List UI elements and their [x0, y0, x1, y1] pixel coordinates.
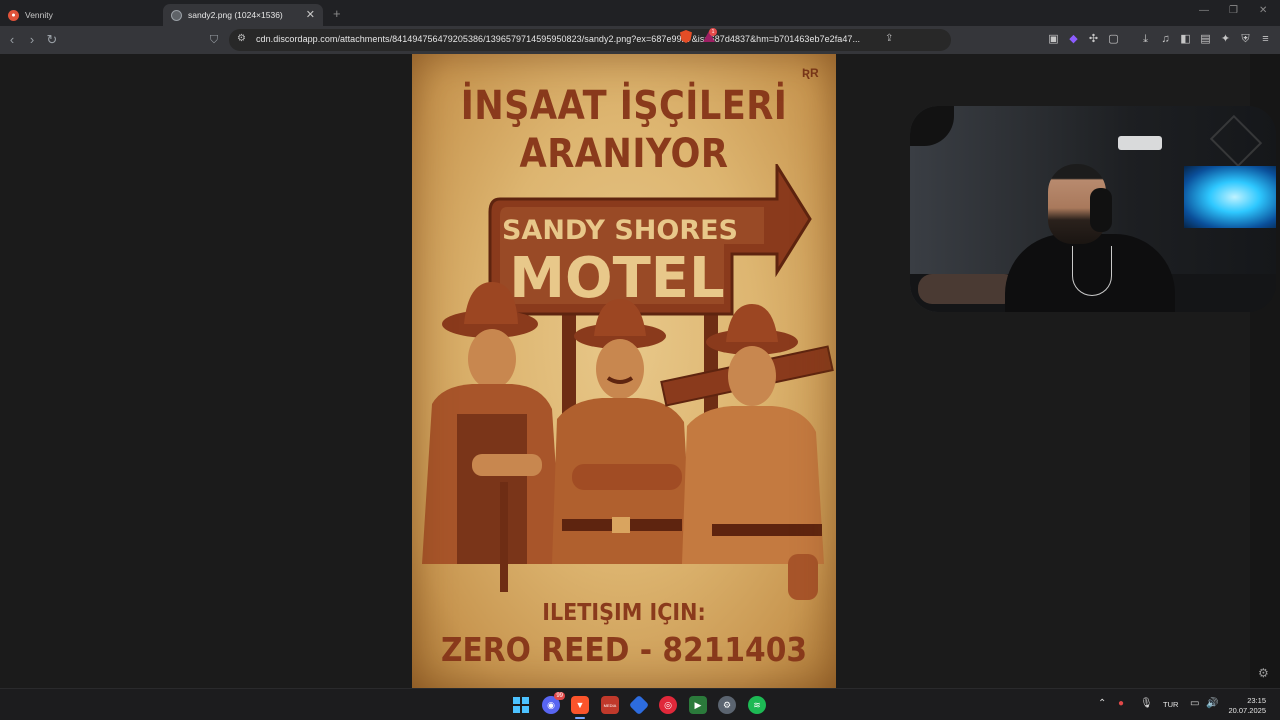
- windows-taskbar: ◉ 99 ▼ MEDIA ◎ ▶ ⚙ ≋ ⌃ ● 🎙 TUR ▭ 🔊 23:15…: [0, 688, 1280, 720]
- brave-icon[interactable]: ▼: [571, 696, 589, 719]
- music-app-icon[interactable]: ▶: [689, 696, 707, 714]
- language-indicator[interactable]: TUR: [1163, 700, 1178, 709]
- gear-icon[interactable]: ⚙: [1258, 666, 1269, 680]
- monitor-icon[interactable]: ▭: [1190, 698, 1199, 709]
- spotify-icon[interactable]: ≋: [748, 696, 766, 714]
- music-icon[interactable]: ♫: [1159, 33, 1172, 46]
- webcam-overlay: [910, 106, 1276, 312]
- worker-right: [660, 304, 834, 600]
- cam-air-conditioner: [1118, 136, 1162, 150]
- maximize-button[interactable]: ❐: [1229, 5, 1238, 16]
- settings-icon[interactable]: ⚙: [718, 696, 736, 714]
- chevron-up-icon[interactable]: ⌃: [1098, 698, 1106, 709]
- volume-icon[interactable]: 🔊: [1206, 698, 1218, 709]
- pixel-app-icon[interactable]: [628, 694, 650, 716]
- poster-title-line1: İNŞAAT İŞÇİLERİ: [460, 83, 788, 129]
- network-app-icon[interactable]: ●: [1118, 698, 1124, 709]
- clock-time[interactable]: 23:15: [1236, 696, 1266, 705]
- site-info-icon[interactable]: ⚙: [237, 33, 246, 44]
- cam-headset: [1090, 188, 1112, 232]
- rewards-badge: 1: [709, 28, 717, 36]
- puzzle-icon[interactable]: ✣: [1087, 33, 1100, 46]
- back-button[interactable]: ‹: [3, 31, 21, 49]
- page-viewport: ⚙ ƦR İNŞAAT İŞÇİLERİ ARANIYOR SANDY SHOR…: [0, 54, 1280, 688]
- cam-wall-logo: [1209, 114, 1263, 168]
- brave-favicon-icon: ●: [8, 9, 19, 21]
- wallet-icon[interactable]: ▤: [1199, 33, 1212, 46]
- opera-gx-icon[interactable]: ◎: [659, 696, 677, 714]
- tab-sandy2-image[interactable]: sandy2.png (1024×1536) ✕: [163, 4, 323, 26]
- sparkle-icon[interactable]: ✦: [1219, 33, 1232, 46]
- tab-title: sandy2.png (1024×1536): [188, 10, 283, 20]
- poster-image[interactable]: ƦR İNŞAAT İŞÇİLERİ ARANIYOR SANDY SHORES…: [412, 54, 836, 688]
- discord-icon[interactable]: ◉ 99: [542, 692, 565, 714]
- stream-app-label: MEDIA: [603, 702, 617, 708]
- forward-button[interactable]: ›: [23, 31, 41, 49]
- tab-close-icon[interactable]: ✕: [306, 8, 315, 21]
- tab-vennity[interactable]: ● Vennity: [0, 4, 163, 26]
- clock-date[interactable]: 20.07.2025: [1226, 706, 1266, 715]
- bookmark-icon[interactable]: ⛉: [205, 31, 223, 49]
- contact-label: ILETIŞIM IÇIN:: [542, 600, 706, 626]
- poster-logo: ƦR: [802, 66, 819, 80]
- sign-line1: SANDY SHORES: [502, 215, 738, 246]
- download-icon[interactable]: ⤓: [1139, 33, 1152, 46]
- address-bar[interactable]: ⚙ cdn.discordapp.com/attachments/8414947…: [229, 29, 951, 51]
- share-icon[interactable]: ⇪: [885, 33, 893, 44]
- hd-icon[interactable]: ▣: [1047, 33, 1060, 46]
- globe-favicon-icon: [171, 9, 182, 21]
- contact-value: ZERO REED - 8211403: [440, 630, 808, 669]
- cam-monitor-glow: [1184, 166, 1276, 228]
- tab-strip: ● Vennity sandy2.png (1024×1536) ✕ + — ❐…: [0, 0, 1280, 26]
- stream-app-icon[interactable]: MEDIA: [601, 696, 619, 714]
- browser-toolbar: ‹ › ↻ ⛉ ⚙ cdn.discordapp.com/attachments…: [0, 26, 1280, 54]
- windows-start-icon[interactable]: [512, 696, 530, 714]
- new-tab-button[interactable]: +: [333, 6, 341, 21]
- url-text[interactable]: cdn.discordapp.com/attachments/841494756…: [256, 34, 860, 44]
- screenshot-icon[interactable]: ▢: [1107, 33, 1120, 46]
- shield-icon[interactable]: ⛨: [1239, 33, 1252, 46]
- tab-title: Vennity: [25, 10, 53, 20]
- menu-icon[interactable]: ≡: [1259, 33, 1272, 46]
- microphone-icon[interactable]: 🎙: [1140, 698, 1153, 709]
- cam-necklace: [1072, 246, 1112, 296]
- minimize-button[interactable]: —: [1199, 5, 1209, 16]
- cam-corner-shadow: [910, 106, 954, 146]
- reload-button[interactable]: ↻: [43, 31, 61, 49]
- discord-badge: 99: [554, 692, 565, 700]
- active-indicator: [575, 717, 585, 719]
- close-window-button[interactable]: ✕: [1259, 5, 1267, 16]
- cam-arm: [918, 274, 1018, 304]
- sidebar-icon[interactable]: ◧: [1179, 33, 1192, 46]
- gamepad-icon[interactable]: ◆: [1067, 33, 1080, 46]
- worker-left: [422, 282, 562, 592]
- poster-illustration: SANDY SHORES MOTEL: [422, 164, 834, 600]
